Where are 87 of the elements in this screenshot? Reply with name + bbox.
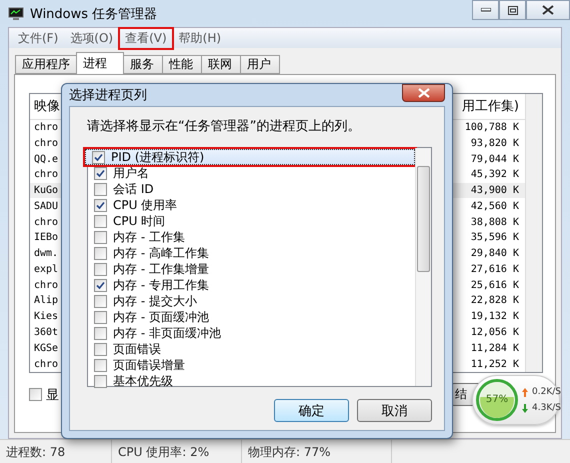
download-speed: 4.3K/S — [532, 403, 561, 413]
checkbox[interactable] — [94, 182, 107, 196]
checkbox[interactable] — [94, 166, 107, 180]
monitor-icon — [8, 6, 24, 20]
menu-item[interactable]: 文件(F) — [13, 28, 64, 48]
table-cell: KuGo — [34, 185, 58, 196]
window-title: Windows 任务管理器 — [30, 6, 158, 22]
restore-icon — [508, 6, 518, 14]
option-label: 内存 - 页面缓冲池 — [113, 308, 209, 326]
menu-item[interactable]: 选项(O) — [65, 28, 118, 48]
menu-item[interactable]: 查看(V) — [120, 28, 172, 48]
checkbox[interactable] — [94, 230, 107, 244]
maximize-button[interactable] — [499, 0, 526, 20]
checkbox[interactable] — [94, 278, 107, 292]
option-label: 内存 - 提交大小 — [113, 292, 197, 310]
option-label: 页面错误 — [113, 340, 161, 358]
close-button[interactable] — [526, 0, 570, 20]
column-option[interactable]: 会话 ID — [88, 181, 415, 197]
option-label: 用户名 — [113, 164, 149, 182]
option-label: 基本优先级 — [113, 372, 173, 390]
column-option[interactable]: 页面错误增量 — [88, 357, 415, 373]
checkbox[interactable] — [94, 294, 107, 308]
checkbox[interactable] — [92, 150, 105, 164]
table-cell: 93,820 K — [470, 138, 519, 149]
status-text: 进程数: 78 — [0, 440, 112, 463]
option-label: CPU 时间 — [113, 212, 166, 230]
close-icon — [418, 88, 430, 98]
column-option[interactable]: 内存 - 提交大小 — [88, 293, 415, 309]
close-button[interactable] — [402, 84, 445, 102]
checkbox[interactable] — [94, 310, 107, 324]
tab[interactable]: 进程 — [76, 52, 124, 74]
tab[interactable]: 服务 — [123, 55, 163, 74]
column-header[interactable]: 映像 — [34, 97, 60, 116]
checkbox[interactable] — [94, 358, 107, 372]
option-label: 内存 - 工作集 — [113, 228, 185, 246]
instruction-text: 请选择将显示在“任务管理器”的进程页上的列。 — [87, 118, 362, 135]
column-option[interactable]: 内存 - 非页面缓冲池 — [88, 325, 415, 341]
column-option[interactable]: CPU 时间 — [88, 213, 415, 229]
minimize-icon — [480, 8, 490, 12]
column-option[interactable]: 内存 - 工作集 — [88, 229, 415, 245]
checkbox[interactable] — [94, 342, 107, 356]
tab[interactable]: 联网 — [201, 55, 241, 74]
column-option[interactable]: 基本优先级 — [88, 373, 415, 389]
close-icon — [542, 5, 554, 15]
option-label: CPU 使用率 — [113, 196, 178, 214]
cancel-button[interactable]: 取消 — [357, 399, 432, 422]
tab[interactable]: 应用程序 — [15, 55, 77, 74]
column-option[interactable]: PID (进程标识符) — [85, 149, 415, 165]
option-label: 内存 - 高峰工作集 — [113, 244, 209, 262]
table-cell: 43,900 K — [470, 185, 519, 196]
checkbox[interactable] — [94, 246, 107, 260]
tab[interactable]: 用户 — [240, 55, 280, 74]
scrollbar[interactable] — [525, 94, 542, 372]
checkbox[interactable] — [94, 326, 107, 340]
option-label: 内存 - 非页面缓冲池 — [113, 324, 221, 342]
option-label: 页面错误增量 — [113, 356, 185, 374]
tab[interactable]: 性能 — [162, 55, 202, 74]
option-label: 内存 - 专用工作集 — [113, 276, 209, 294]
checkbox[interactable] — [94, 198, 107, 212]
column-option[interactable]: 内存 - 页面缓冲池 — [88, 309, 415, 325]
option-label: 内存 - 工作集增量 — [113, 260, 209, 278]
gauge-text: 57% — [484, 394, 510, 405]
column-header[interactable]: 用工作集) — [462, 97, 519, 116]
scrollbar[interactable] — [415, 148, 431, 386]
upload-speed: 0.2K/S — [532, 387, 561, 397]
checkbox[interactable] — [29, 388, 42, 401]
column-option[interactable]: 页面错误 — [88, 341, 415, 357]
column-option[interactable]: 内存 - 专用工作集 — [88, 277, 415, 293]
checkbox-label: 显 — [46, 386, 59, 404]
status-text: 物理内存: 77% — [242, 440, 392, 463]
column-option[interactable]: 内存 - 高峰工作集 — [88, 245, 415, 261]
minimize-button[interactable] — [472, 0, 499, 20]
option-label: 会话 ID — [113, 180, 154, 198]
dialog-title: 选择进程页列 — [69, 87, 147, 104]
menu-item[interactable]: 帮助(H) — [174, 28, 226, 48]
column-option[interactable]: 内存 - 工作集增量 — [88, 261, 415, 277]
status-text: CPU 使用率: 2% — [112, 440, 242, 463]
checkbox[interactable] — [94, 214, 107, 228]
download-arrow-icon — [522, 404, 528, 412]
ok-button[interactable]: 确定 — [274, 399, 349, 422]
upload-arrow-icon — [522, 388, 528, 396]
checkbox[interactable] — [94, 262, 107, 276]
option-label: PID (进程标识符) — [111, 148, 204, 166]
column-option[interactable]: 用户名 — [88, 165, 415, 181]
table-cell: chro — [34, 138, 58, 149]
column-option[interactable]: CPU 使用率 — [88, 197, 415, 213]
checkbox[interactable] — [94, 374, 107, 388]
